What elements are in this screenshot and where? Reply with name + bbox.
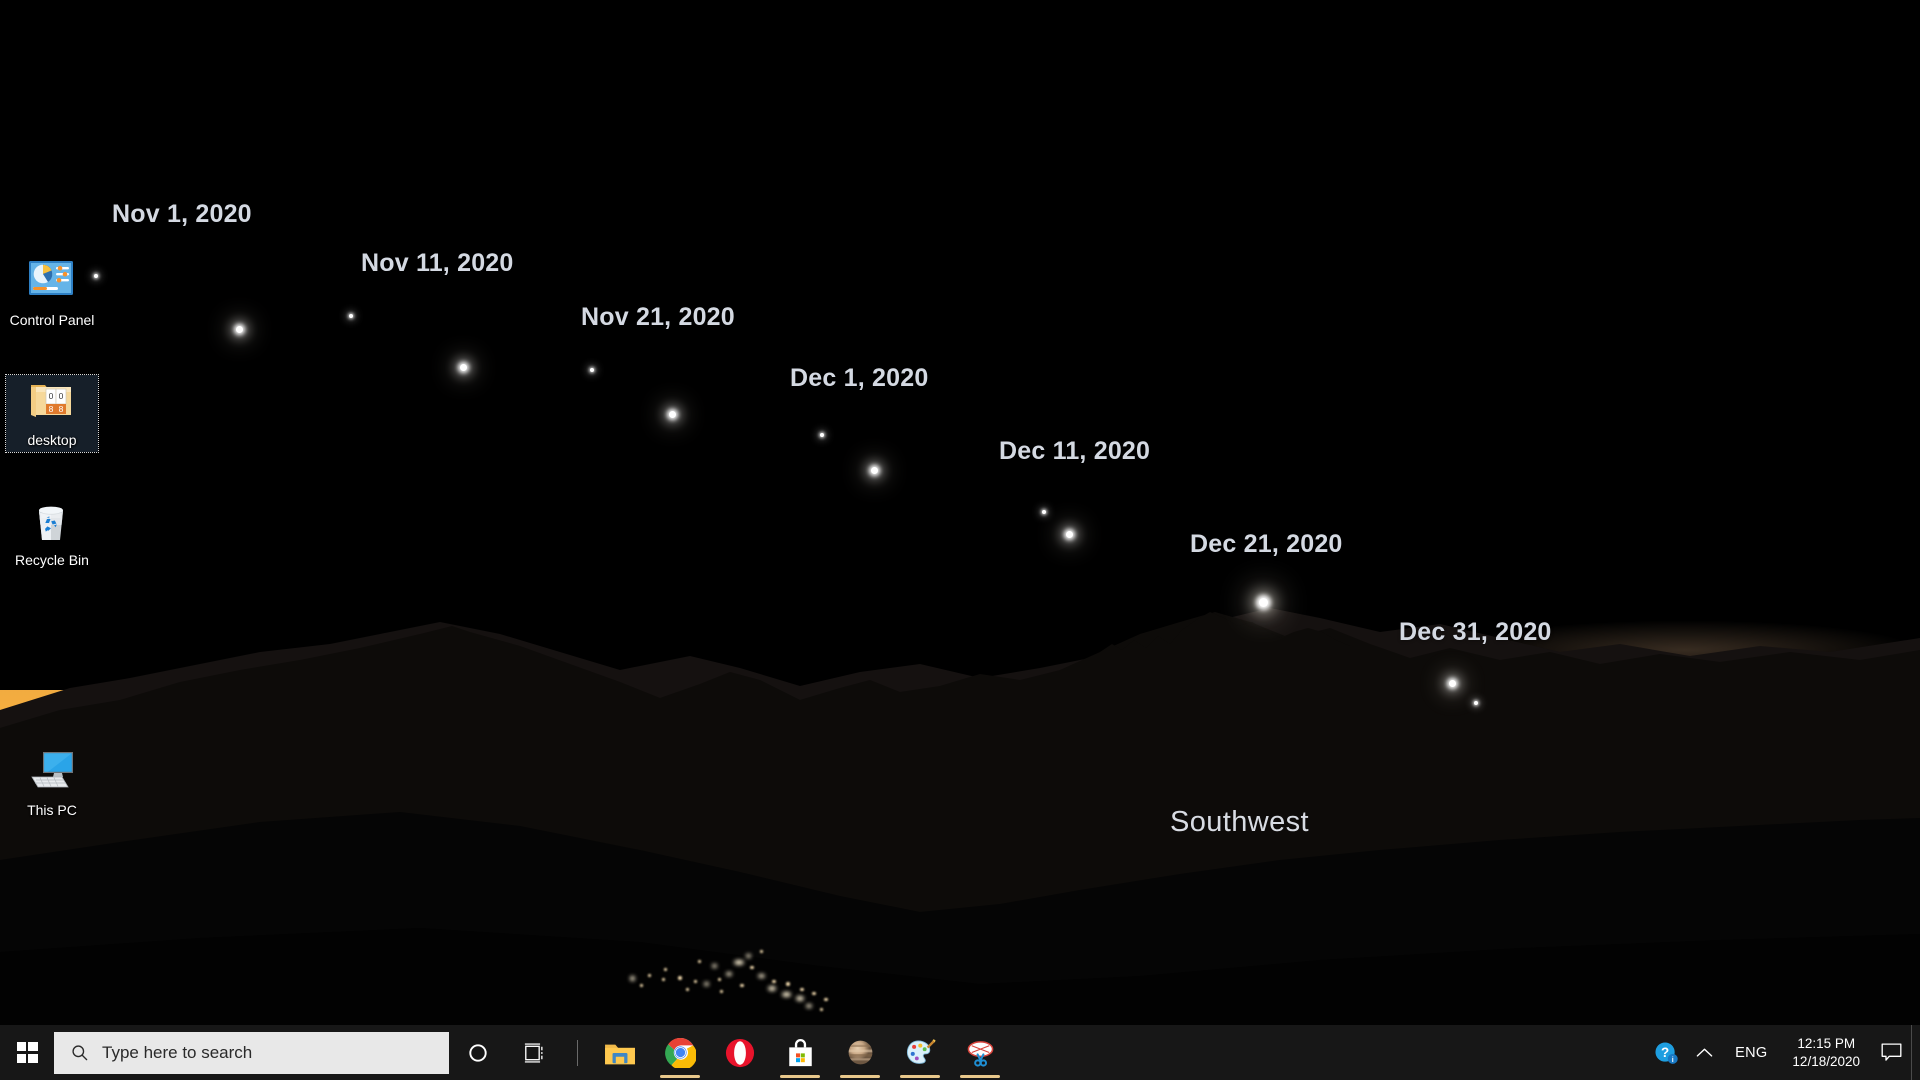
svg-text:8: 8 xyxy=(59,404,64,414)
tray-language-indicator[interactable]: ENG xyxy=(1722,1025,1780,1080)
search-placeholder: Type here to search xyxy=(102,1042,253,1062)
chevron-up-icon xyxy=(1696,1048,1713,1057)
system-tray: ? i ENG 12:15 PM 12/18/2020 xyxy=(1645,1025,1920,1080)
search-input[interactable]: Type here to search xyxy=(54,1031,449,1074)
app-running-indicator xyxy=(660,1075,700,1078)
control-panel-icon xyxy=(28,259,76,307)
desktop-icon-this-pc[interactable]: This PC xyxy=(6,745,98,822)
desktop-icon-label: This PC xyxy=(27,802,77,818)
tray-show-hidden-icons-button[interactable] xyxy=(1687,1025,1722,1080)
language-label: ENG xyxy=(1735,1044,1768,1061)
svg-text:8: 8 xyxy=(49,404,54,414)
taskbar-app-google-chrome[interactable] xyxy=(650,1025,710,1080)
google-chrome-icon xyxy=(664,1037,696,1068)
desktop-icon-control-panel[interactable]: Control Panel xyxy=(6,255,98,332)
snip-and-sketch-icon xyxy=(967,1041,993,1067)
app-running-indicator xyxy=(840,1075,880,1078)
help-question-icon: ? i xyxy=(1655,1041,1678,1064)
folder-icon: 0 0 8 8 xyxy=(28,379,76,427)
paint-palette-icon xyxy=(906,1039,936,1064)
desktop-icon-desktop[interactable]: 0 0 8 8 desktop xyxy=(5,374,99,453)
windows-logo-icon xyxy=(16,1042,38,1063)
taskbar-divider xyxy=(577,1039,578,1066)
jupiter-planet-icon xyxy=(848,1040,872,1065)
desktop-icon-label: Recycle Bin xyxy=(15,552,89,568)
tray-help-button[interactable]: ? i xyxy=(1645,1025,1687,1080)
desktop-icon-label: Control Panel xyxy=(9,312,95,328)
svg-text:0: 0 xyxy=(59,391,64,401)
cortana-icon xyxy=(469,1043,487,1062)
taskbar-app-snip-and-sketch[interactable] xyxy=(950,1025,1010,1080)
clock-date: 12/18/2020 xyxy=(1792,1053,1860,1069)
search-icon xyxy=(72,1045,88,1061)
clock-time: 12:15 PM xyxy=(1797,1035,1856,1051)
taskbar-clock[interactable]: 12:15 PM 12/18/2020 xyxy=(1780,1025,1872,1080)
taskbar-app-microsoft-store[interactable] xyxy=(770,1025,830,1080)
notification-icon xyxy=(1881,1043,1902,1061)
microsoft-store-icon xyxy=(788,1038,812,1066)
desktop-screen: Nov 1, 2020 Nov 11, 2020 Nov 21, 2020 Dec 1… xyxy=(0,0,1920,1080)
this-pc-icon xyxy=(28,749,76,797)
desktop-icon-label: desktop xyxy=(27,432,77,448)
svg-text:0: 0 xyxy=(49,391,54,401)
action-center-button[interactable] xyxy=(1872,1025,1911,1080)
show-desktop-button[interactable] xyxy=(1911,1025,1920,1080)
taskbar-app-stellarium[interactable] xyxy=(830,1025,890,1080)
taskbar: Type here to search ? i ENG 12:15 PM 12/… xyxy=(0,1025,1920,1080)
desktop-wallpaper[interactable]: Nov 1, 2020 Nov 11, 2020 Nov 21, 2020 Dec 1… xyxy=(0,0,1920,1080)
opera-icon xyxy=(725,1038,755,1067)
svg-text:i: i xyxy=(1672,1056,1674,1063)
mountain-silhouette xyxy=(0,560,1920,1080)
cortana-button[interactable] xyxy=(449,1025,507,1080)
taskbar-app-opera[interactable] xyxy=(710,1025,770,1080)
app-running-indicator xyxy=(900,1075,940,1078)
task-view-button[interactable] xyxy=(507,1025,565,1080)
recycle-bin-icon xyxy=(28,499,76,547)
desktop-icon-recycle-bin[interactable]: Recycle Bin xyxy=(6,495,98,572)
taskbar-app-paint[interactable] xyxy=(890,1025,950,1080)
start-button[interactable] xyxy=(0,1025,54,1080)
task-view-icon xyxy=(524,1042,543,1063)
app-running-indicator xyxy=(780,1075,820,1078)
taskbar-app-file-explorer[interactable] xyxy=(590,1025,650,1080)
file-explorer-icon xyxy=(605,1044,635,1064)
app-running-indicator xyxy=(960,1075,1000,1078)
